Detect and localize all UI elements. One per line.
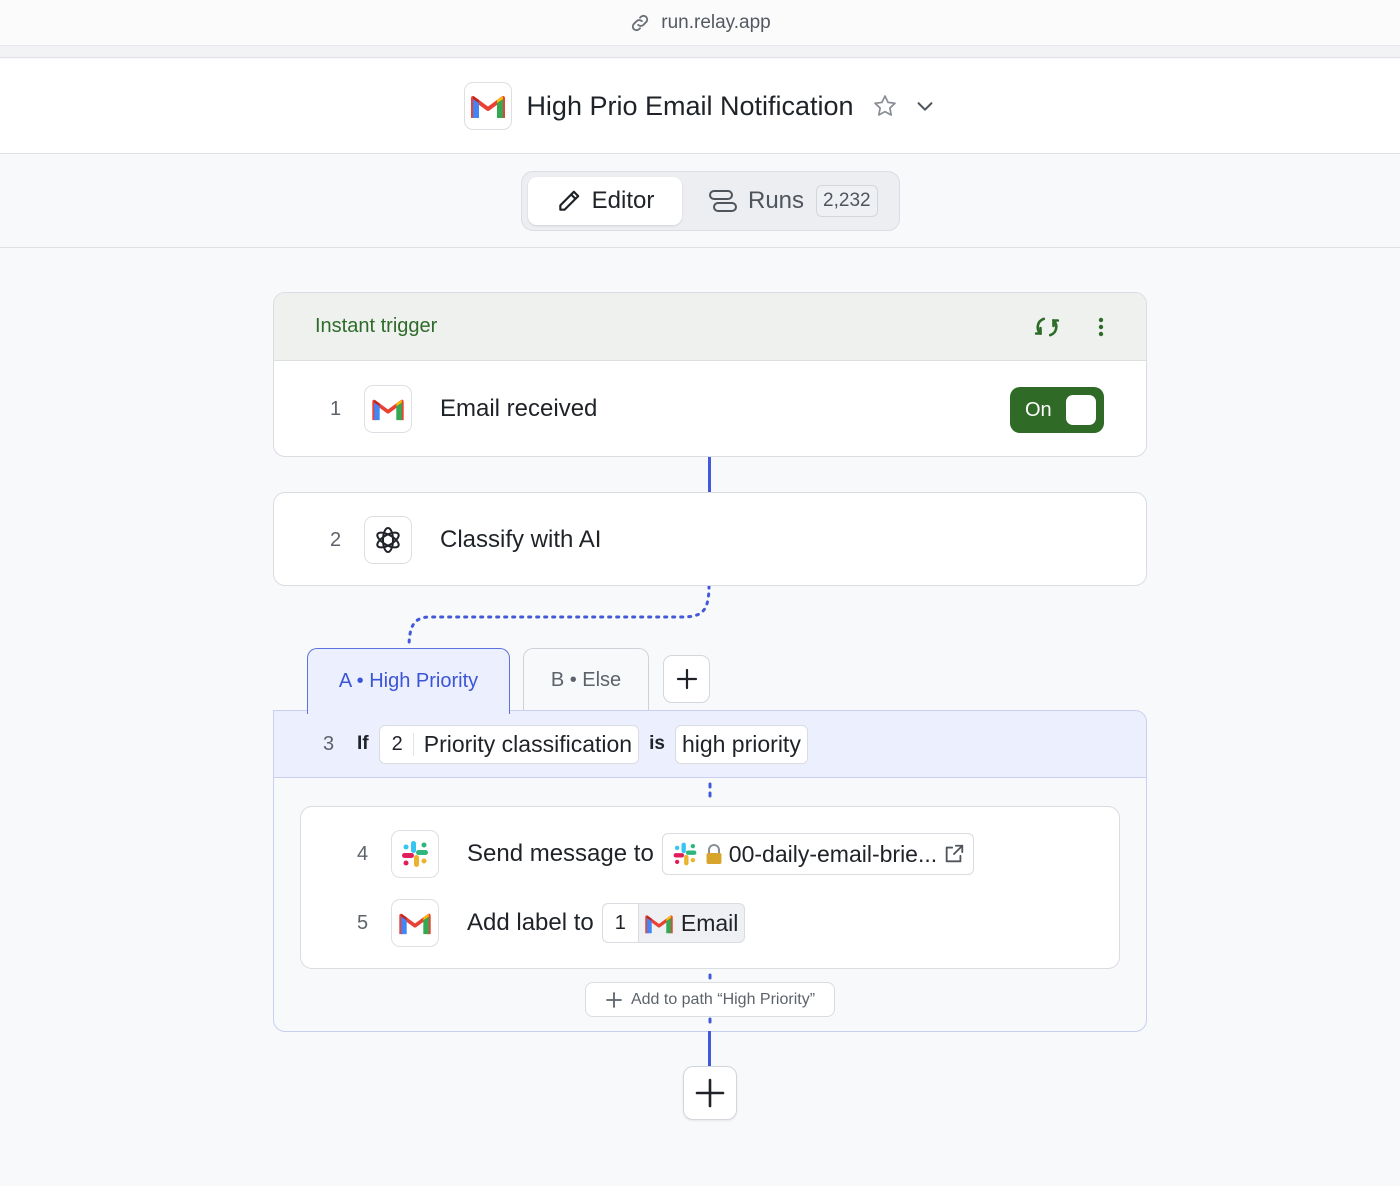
trigger-section-label: Instant trigger xyxy=(315,315,438,337)
pencil-icon xyxy=(558,190,579,211)
link-icon xyxy=(632,14,649,31)
toggle-label: On xyxy=(1025,398,1052,421)
condition-field-chip[interactable]: 2 Priority classification xyxy=(378,724,640,764)
ref-label: Email xyxy=(680,909,739,936)
add-to-path-label: Add to path “High Priority” xyxy=(630,990,816,1008)
step-number: 1 xyxy=(330,397,342,420)
gmail-icon xyxy=(364,385,412,433)
add-to-path-button[interactable]: Add to path “High Priority” xyxy=(585,982,835,1017)
add-path-button[interactable] xyxy=(663,655,710,703)
star-icon[interactable] xyxy=(872,93,898,119)
add-step-button[interactable] xyxy=(683,1066,737,1120)
step-label: Classify with AI xyxy=(440,526,602,553)
slack-icon xyxy=(391,830,439,878)
tab-editor[interactable]: Editor xyxy=(528,177,682,225)
connector-line xyxy=(708,1031,711,1067)
step-number: 5 xyxy=(357,911,369,934)
field-label: Priority classification xyxy=(423,730,633,757)
view-switcher: Editor Runs 2,232 xyxy=(521,171,900,231)
plus-icon xyxy=(676,668,697,690)
email-reference-chip[interactable]: 1 Email xyxy=(601,903,746,943)
tab-runs[interactable]: Runs 2,232 xyxy=(708,177,878,225)
step-label: Add label to xyxy=(467,909,594,936)
channel-name: 00-daily-email-brie... xyxy=(728,840,938,867)
ref-step-number: 1 xyxy=(602,904,639,942)
step-row[interactable]: 5 Add label to 1 Email xyxy=(357,899,746,947)
step-label: Email received xyxy=(440,395,598,422)
toggle-knob xyxy=(1066,395,1096,425)
trigger-header: Instant trigger xyxy=(274,293,1146,361)
step-label: Send message to xyxy=(467,840,654,867)
plus-icon xyxy=(606,991,622,1008)
trigger-card: Instant trigger 1 Email received On xyxy=(273,292,1147,457)
step-number: 3 xyxy=(323,732,335,755)
runs-count-badge: 2,232 xyxy=(816,185,878,217)
path-tab-else[interactable]: B • Else xyxy=(523,648,649,712)
step-row: 2 Classify with AI xyxy=(274,493,1146,587)
operator-label: is xyxy=(649,733,665,754)
slack-icon xyxy=(673,842,697,866)
trigger-toggle[interactable]: On xyxy=(1010,387,1104,433)
workflow-header: High Prio Email Notification xyxy=(0,59,1400,154)
plus-icon xyxy=(695,1078,725,1108)
workflow-title[interactable]: High Prio Email Notification xyxy=(526,91,853,122)
path-tab-high-priority[interactable]: A • High Priority xyxy=(307,648,510,714)
step-row[interactable]: 4 Send message to 00-daily-email-brie... xyxy=(357,830,975,878)
view-tabbar: Editor Runs 2,232 xyxy=(0,155,1400,248)
step-card[interactable]: 2 Classify with AI xyxy=(273,492,1147,586)
gmail-icon xyxy=(645,914,673,933)
chevron-down-icon[interactable] xyxy=(914,95,936,117)
address-bar[interactable]: run.relay.app xyxy=(0,0,1400,46)
condition-row[interactable]: 3 If 2 Priority classification is high p… xyxy=(274,711,1146,778)
gmail-icon xyxy=(391,899,439,947)
slack-channel-chip[interactable]: 00-daily-email-brie... xyxy=(661,833,975,875)
openai-icon xyxy=(364,516,412,564)
connector-line xyxy=(708,457,711,492)
divider xyxy=(0,46,1400,58)
if-keyword: If xyxy=(357,733,369,754)
lock-icon xyxy=(706,844,722,864)
condition-value-chip[interactable]: high priority xyxy=(674,724,808,764)
tab-editor-label: Editor xyxy=(591,187,655,214)
gmail-icon xyxy=(464,82,513,130)
tab-runs-label: Runs xyxy=(748,187,805,214)
step-number: 2 xyxy=(330,528,342,551)
url-text: run.relay.app xyxy=(661,11,771,33)
field-step-number: 2 xyxy=(386,732,414,756)
step-number: 4 xyxy=(357,842,369,865)
path-steps-card: 4 Send message to 00-daily-email-brie...… xyxy=(300,806,1120,969)
runs-icon xyxy=(709,190,737,212)
connector-dots xyxy=(708,782,712,804)
more-vertical-icon[interactable] xyxy=(1096,316,1106,338)
refresh-icon[interactable] xyxy=(1034,314,1060,340)
external-link-icon[interactable] xyxy=(943,843,965,865)
path-connector xyxy=(407,586,711,650)
